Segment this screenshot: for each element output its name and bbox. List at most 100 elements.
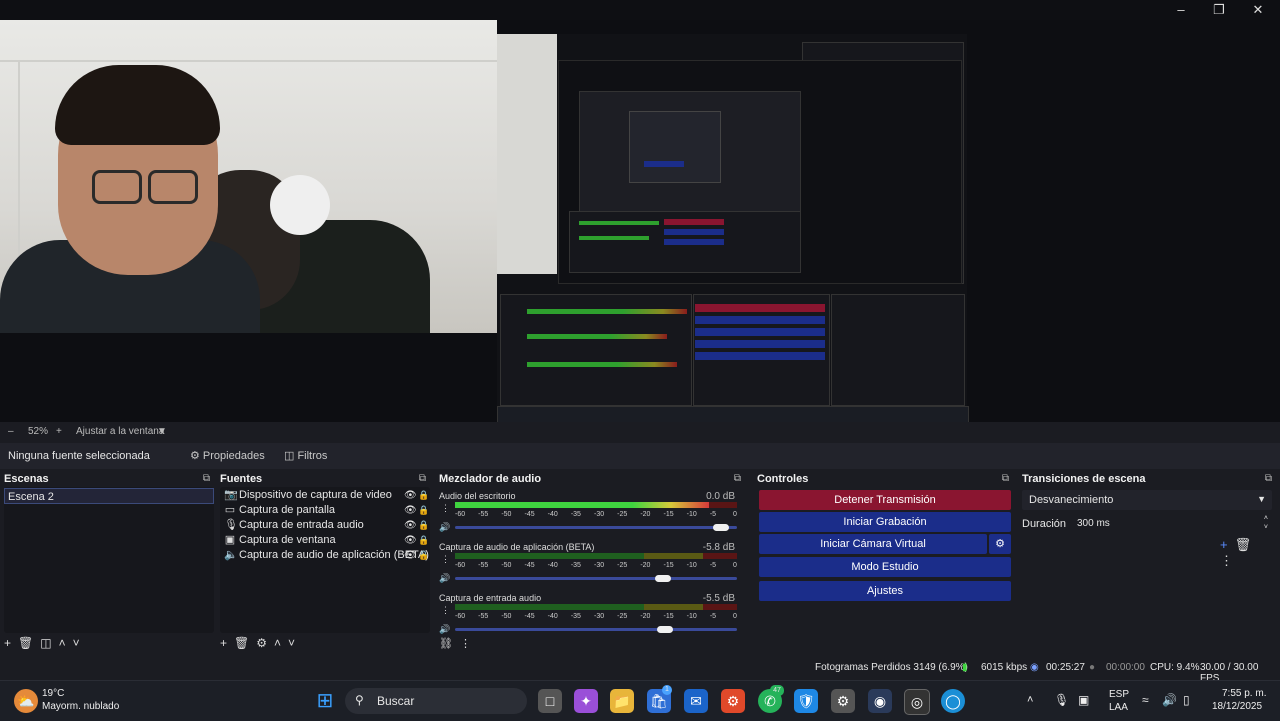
fit-to-window-button[interactable]: Ajustar a la ventana	[76, 426, 164, 437]
task-view-icon[interactable]: □	[538, 689, 562, 713]
defender-icon[interactable]: 🛡	[794, 689, 818, 713]
minimize-icon[interactable]: –	[1170, 2, 1192, 18]
weather-icon[interactable]: ⛅	[14, 689, 38, 713]
slider-handle[interactable]	[657, 626, 674, 633]
source-item[interactable]: 🎙Captura de entrada audio 👁 🔒	[224, 518, 429, 533]
program-preview[interactable]	[0, 20, 1280, 424]
slider-handle[interactable]	[654, 575, 671, 582]
properties-button[interactable]: ⚙ Propiedades	[182, 446, 273, 466]
eye-icon[interactable]: 👁	[404, 488, 417, 503]
language-line1[interactable]: ESP	[1109, 689, 1129, 700]
kebab-menu-icon[interactable]: ⋮	[441, 554, 450, 565]
undock-icon[interactable]: ⧉	[419, 473, 426, 484]
share-icon[interactable]: ▣	[1078, 693, 1089, 707]
lock-icon[interactable]: 🔒	[418, 533, 429, 548]
microphone-icon[interactable]: 🎙	[1054, 693, 1069, 707]
stop-stream-button[interactable]: Detener Transmisión	[759, 490, 1011, 510]
scale-tick: -35	[570, 613, 581, 620]
eye-icon[interactable]: 👁	[404, 533, 417, 548]
copilot-icon[interactable]: ✦	[574, 689, 598, 713]
start-recording-button[interactable]: Iniciar Grabación	[759, 512, 1011, 532]
chevron-down-icon[interactable]: ˅	[288, 636, 295, 650]
status-bar: Fotogramas Perdidos 3149 (6.9%) ▮ 6015 k…	[0, 656, 1280, 684]
edge-icon[interactable]: ◯	[941, 689, 965, 713]
file-explorer-icon[interactable]: 📁	[610, 689, 634, 713]
search-box[interactable]: ⚲ Buscar	[345, 688, 527, 714]
volume-slider[interactable]	[455, 628, 737, 631]
scale-tick: -15	[663, 511, 674, 518]
speaker-icon[interactable]: 🔊	[439, 573, 450, 584]
gear-icon[interactable]: ⚙	[256, 636, 267, 650]
scene-item[interactable]: Escena 2	[4, 488, 214, 504]
chevron-up-icon[interactable]: ˄	[1027, 694, 1033, 706]
clock-time[interactable]: 7:55 p. m.	[1222, 688, 1266, 699]
stepper-icon[interactable]: ˄ ˅	[1264, 514, 1268, 532]
chevron-up-icon[interactable]: ˄	[274, 636, 281, 650]
speaker-icon[interactable]: 🔊	[439, 522, 450, 533]
eye-icon[interactable]: 👁	[404, 503, 417, 518]
scale-tick: -60	[455, 613, 466, 620]
settings-button[interactable]: Ajustes	[759, 581, 1011, 601]
outlook-icon[interactable]: ✉	[684, 689, 708, 713]
duration-input[interactable]: 300 ms ˄ ˅	[1072, 514, 1272, 534]
speaker-icon[interactable]: 🔊	[439, 624, 450, 635]
brave-icon[interactable]: ⚙	[721, 689, 745, 713]
trash-icon[interactable]: 🗑	[1235, 537, 1252, 552]
language-line2[interactable]: LAA	[1109, 702, 1128, 713]
volume-slider[interactable]	[455, 577, 737, 580]
volume-icon[interactable]: 🔊	[1162, 693, 1177, 707]
chevron-down-icon[interactable]: ˅	[73, 636, 80, 650]
chevron-down-icon[interactable]: ▼	[157, 426, 167, 437]
mixer-toolbar: ⛓ ⋮	[439, 637, 478, 650]
lock-icon[interactable]: 🔒	[418, 548, 429, 563]
kebab-menu-icon[interactable]: ⋮	[441, 503, 450, 514]
wifi-icon[interactable]: ≈	[1142, 693, 1149, 707]
kebab-menu-icon[interactable]: ⋮	[1220, 553, 1233, 568]
volume-slider[interactable]	[455, 526, 737, 529]
steam-icon[interactable]: ◉	[868, 689, 892, 713]
virtual-camera-settings-icon[interactable]: ⚙	[989, 534, 1011, 554]
eye-icon[interactable]: 👁	[404, 548, 417, 563]
maximize-icon[interactable]: ❐	[1208, 2, 1230, 18]
undock-icon[interactable]: ⧉	[203, 473, 210, 484]
lock-icon[interactable]: 🔒	[418, 503, 429, 518]
slider-handle[interactable]	[713, 524, 730, 531]
start-virtual-camera-button[interactable]: Iniciar Cámara Virtual	[759, 534, 987, 554]
record-time: 00:00:00	[1106, 662, 1145, 673]
store-badge: 1	[662, 685, 672, 695]
filter-icon[interactable]: ◫	[40, 636, 51, 650]
source-item[interactable]: ▭ Captura de pantalla 👁 🔒	[224, 503, 429, 518]
kebab-menu-icon[interactable]: ⋮	[441, 605, 450, 616]
undock-icon[interactable]: ⧉	[734, 473, 741, 484]
lock-icon[interactable]: 🔒	[418, 488, 429, 503]
bitrate: 6015 kbps	[981, 662, 1028, 673]
undock-icon[interactable]: ⧉	[1265, 473, 1272, 484]
eye-icon[interactable]: 👁	[404, 518, 417, 533]
add-icon[interactable]: +	[4, 636, 11, 650]
zoom-out-icon[interactable]: –	[8, 426, 14, 437]
chevron-up-icon[interactable]: ˄	[59, 636, 66, 650]
kebab-menu-icon[interactable]: ⋮	[460, 638, 471, 650]
link-icon[interactable]: ⛓	[439, 638, 453, 650]
transition-select[interactable]: Desvanecimiento ▼	[1022, 490, 1272, 510]
lock-icon[interactable]: 🔒	[418, 518, 429, 533]
studio-mode-button[interactable]: Modo Estudio	[759, 557, 1011, 577]
close-icon[interactable]: ✕	[1247, 2, 1269, 18]
source-item[interactable]: ▣ Captura de ventana 👁 🔒	[224, 533, 429, 548]
trash-icon[interactable]: 🗑	[234, 636, 249, 650]
scale-tick: -25	[617, 511, 628, 518]
scene-transitions-dock: Transiciones de escena ⧉ Desvanecimiento…	[1022, 471, 1276, 653]
obs-icon[interactable]: ◎	[904, 689, 930, 715]
add-icon[interactable]: +	[220, 636, 227, 650]
battery-icon[interactable]: ▯	[1183, 693, 1190, 707]
windows-start-icon[interactable]: ⊞	[313, 689, 337, 713]
trash-icon[interactable]: 🗑	[18, 636, 33, 650]
add-icon[interactable]: +	[1220, 537, 1228, 552]
clock-date[interactable]: 18/12/2025	[1212, 701, 1262, 712]
settings-gear-icon[interactable]: ⚙	[831, 689, 855, 713]
undock-icon[interactable]: ⧉	[1002, 473, 1009, 484]
filters-button[interactable]: ◫ Filtros	[276, 446, 335, 466]
source-item[interactable]: 📷Dispositivo de captura de video 👁 🔒	[224, 488, 429, 503]
source-item[interactable]: 🔈Captura de audio de aplicación (BETA) 👁 🔒	[224, 548, 429, 563]
zoom-in-icon[interactable]: +	[56, 426, 62, 437]
